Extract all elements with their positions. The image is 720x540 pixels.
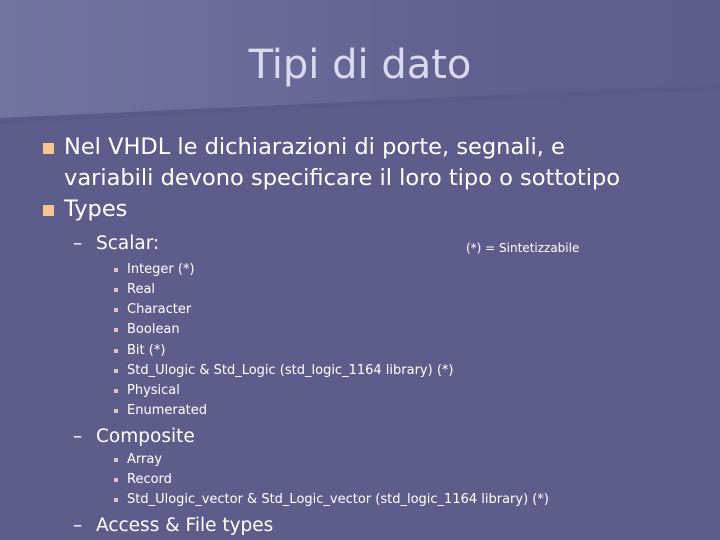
list-item: Enumerated bbox=[127, 403, 208, 418]
bullet-text: Types bbox=[64, 196, 128, 222]
bullet-text-line: variabili devono specificare il loro tip… bbox=[64, 165, 621, 191]
small-bullet-icon bbox=[114, 389, 118, 393]
list-item: Array bbox=[127, 452, 163, 467]
dash-bullet-icon: – bbox=[73, 515, 83, 536]
section-label-composite: Composite bbox=[96, 426, 195, 447]
section-label-access-file: Access & File types bbox=[96, 515, 274, 536]
dash-bullet-icon: – bbox=[73, 426, 83, 447]
section-label-scalar: Scalar: bbox=[96, 233, 160, 254]
small-bullet-icon bbox=[114, 458, 118, 462]
small-bullet-icon bbox=[114, 349, 118, 353]
small-bullet-icon bbox=[114, 478, 118, 482]
list-item: Boolean bbox=[127, 322, 180, 337]
synthesizable-note: (*) = Sintetizzabile bbox=[466, 241, 580, 255]
dash-bullet-icon: – bbox=[73, 233, 83, 254]
square-bullet-icon bbox=[43, 143, 54, 154]
list-item: Real bbox=[127, 282, 156, 297]
small-bullet-icon bbox=[114, 268, 118, 272]
small-bullet-icon bbox=[114, 288, 118, 292]
square-bullet-icon bbox=[43, 205, 54, 216]
list-item: Std_Ulogic_vector & Std_Logic_vector (st… bbox=[127, 492, 549, 507]
slide-content: Nel VHDL le dichiarazioni di porte, segn… bbox=[0, 0, 720, 540]
small-bullet-icon bbox=[114, 328, 118, 332]
small-bullet-icon bbox=[114, 308, 118, 312]
small-bullet-icon bbox=[114, 369, 118, 373]
list-item: Bit (*) bbox=[127, 343, 166, 358]
list-item: Character bbox=[127, 302, 192, 317]
bullet-text-line: Nel VHDL le dichiarazioni di porte, segn… bbox=[64, 134, 565, 160]
list-item: Record bbox=[127, 472, 172, 487]
small-bullet-icon bbox=[114, 498, 118, 502]
list-item: Integer (*) bbox=[127, 262, 195, 277]
list-item: Physical bbox=[127, 383, 180, 398]
small-bullet-icon bbox=[114, 409, 118, 413]
list-item: Std_Ulogic & Std_Logic (std_logic_1164 l… bbox=[127, 363, 454, 378]
